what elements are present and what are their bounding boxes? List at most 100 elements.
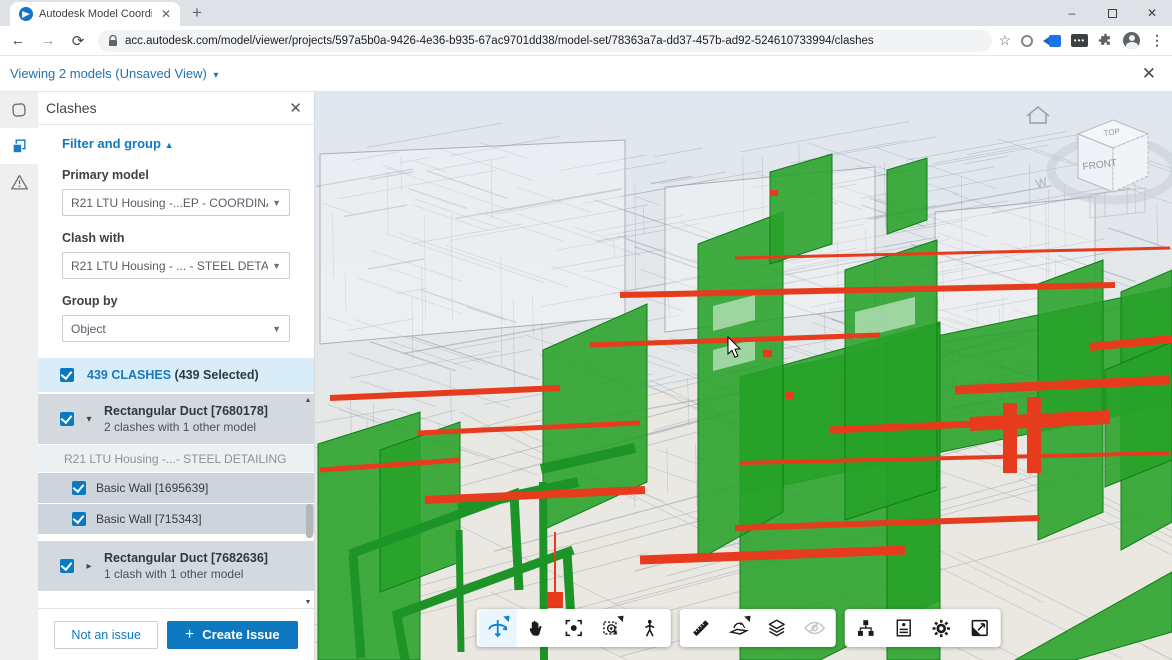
clash-group-row[interactable]: ▸ Rectangular Duct [7682636] 1 clash wit…: [38, 541, 314, 591]
not-an-issue-button[interactable]: Not an issue: [54, 621, 157, 649]
profile-avatar[interactable]: [1123, 32, 1140, 49]
forward-button[interactable]: →: [38, 32, 58, 49]
group-by-select[interactable]: Object ▼: [62, 315, 290, 342]
list-scrollbar[interactable]: ▲ ▼: [303, 396, 313, 608]
filter-and-group-toggle[interactable]: Filter and group ▲: [62, 136, 174, 151]
sidebar-item-clashes[interactable]: [0, 128, 38, 164]
create-issue-button[interactable]: + Create Issue: [167, 621, 298, 649]
clash-group-row[interactable]: ▾ Rectangular Duct [7680178] 2 clashes w…: [38, 394, 314, 444]
lock-icon: [108, 35, 118, 47]
url-text: acc.autodesk.com/model/viewer/projects/5…: [125, 35, 874, 47]
scroll-up-icon[interactable]: ▲: [305, 396, 312, 406]
pan-icon: [524, 617, 546, 639]
clash-child-row[interactable]: Basic Wall [715343]: [38, 504, 314, 534]
first-person-button[interactable]: [630, 609, 668, 647]
measure-button[interactable]: [681, 609, 719, 647]
chevron-down-icon: ▼: [272, 324, 281, 334]
child-checkbox[interactable]: [72, 512, 86, 526]
primary-model-select[interactable]: R21 LTU Housing -...EP - COORDINATION ▼: [62, 189, 290, 216]
model-viewport[interactable]: TOP FRONT W: [315, 92, 1172, 660]
clash-child-row[interactable]: Basic Wall [1695639]: [38, 473, 314, 503]
settings-button[interactable]: [922, 609, 960, 647]
section-button[interactable]: [719, 609, 757, 647]
window-minimize-button[interactable]: –: [1052, 0, 1092, 26]
new-tab-button[interactable]: +: [192, 3, 202, 26]
chevron-right-icon[interactable]: ▸: [82, 561, 96, 572]
clash-summary-row[interactable]: 439 CLASHES (439 Selected): [38, 358, 314, 392]
pan-button[interactable]: [516, 609, 554, 647]
group-title: Rectangular Duct [7682636]: [104, 551, 268, 565]
clashes-icon: [10, 137, 28, 155]
clash-count: 439 CLASHES: [87, 368, 171, 382]
sidebar-item-models[interactable]: [0, 92, 38, 128]
primary-model-value: R21 LTU Housing -...EP - COORDINATION: [71, 196, 268, 210]
sheet-icon: [10, 101, 28, 119]
browser-toolbar: ← → ⟳ acc.autodesk.com/model/viewer/proj…: [0, 26, 1172, 56]
tab-close-icon[interactable]: ✕: [158, 7, 174, 21]
analysis-tool-group: [679, 609, 835, 647]
reload-button[interactable]: ⟳: [68, 32, 88, 50]
fit-to-view-button[interactable]: [554, 609, 592, 647]
clash-with-label: Clash with: [62, 231, 290, 245]
puzzle-extensions-icon[interactable]: [1098, 33, 1113, 48]
first-person-icon: [639, 617, 659, 639]
address-bar[interactable]: acc.autodesk.com/model/viewer/projects/5…: [98, 30, 992, 52]
properties-button[interactable]: [884, 609, 922, 647]
group-by-value: Object: [71, 322, 268, 336]
levels-button[interactable]: [757, 609, 795, 647]
sidebar-item-issues[interactable]: [0, 164, 38, 200]
window-close-button[interactable]: ✕: [1132, 0, 1172, 26]
group-checkbox[interactable]: [60, 412, 74, 426]
create-issue-label: Create Issue: [202, 627, 279, 642]
child-label: Basic Wall [715343]: [96, 512, 202, 526]
group-title: Rectangular Duct [7680178]: [104, 404, 268, 418]
filter-and-group-label: Filter and group: [62, 136, 161, 151]
viewing-models-dropdown[interactable]: Viewing 2 models (Unsaved View) ▾: [10, 66, 218, 81]
clash-3d-scene: TOP FRONT W: [315, 92, 1172, 660]
properties-icon: [892, 617, 914, 639]
scrollbar-thumb[interactable]: [306, 504, 313, 538]
panel-title: Clashes: [46, 100, 97, 116]
group-model-header: R21 LTU Housing -...- STEEL DETAILING: [38, 445, 314, 472]
primary-model-label: Primary model: [62, 168, 290, 182]
clash-with-value: R21 LTU Housing - ... - STEEL DETAILING: [71, 259, 268, 273]
section-icon: [727, 617, 749, 639]
select-all-checkbox[interactable]: [60, 368, 74, 382]
tab-strip: Autodesk Model Coordination ✕ + – ✕: [0, 0, 1172, 26]
fullscreen-button[interactable]: [960, 609, 998, 647]
filter-section: Filter and group ▲ Primary model R21 LTU…: [38, 125, 314, 348]
group-subtitle: 1 clash with 1 other model: [104, 567, 268, 581]
gear-icon: [930, 617, 953, 640]
chevron-up-icon: ▲: [165, 140, 174, 150]
bookmark-star-icon[interactable]: ☆: [998, 32, 1011, 49]
clash-selected-count: (439 Selected): [175, 368, 259, 382]
browser-menu-icon[interactable]: ⋮: [1150, 32, 1164, 49]
group-by-label: Group by: [62, 294, 290, 308]
browser-tab[interactable]: Autodesk Model Coordination ✕: [10, 2, 180, 26]
chevron-down-icon[interactable]: ▾: [82, 414, 96, 425]
clash-with-select[interactable]: R21 LTU Housing - ... - STEEL DETAILING …: [62, 252, 290, 279]
clash-list: 439 CLASHES (439 Selected) ▾ Rectangular…: [38, 358, 314, 608]
navigation-tool-group: [476, 609, 670, 647]
plus-icon: +: [185, 626, 194, 644]
screen-recorder-extension-icon[interactable]: [1043, 35, 1061, 47]
window-maximize-button[interactable]: [1092, 0, 1132, 26]
group-checkbox[interactable]: [60, 559, 74, 573]
dots-extension-icon[interactable]: •••: [1071, 34, 1088, 47]
child-checkbox[interactable]: [72, 481, 86, 495]
fullscreen-icon: [968, 617, 990, 639]
zoom-window-icon: [600, 617, 622, 639]
model-browser-button[interactable]: [846, 609, 884, 647]
panel-close-button[interactable]: ✕: [289, 99, 302, 117]
ghost-objects-button[interactable]: [795, 609, 833, 647]
ghost-eye-icon: [802, 616, 826, 640]
extension-circle-icon[interactable]: [1021, 35, 1033, 47]
zoom-window-button[interactable]: [592, 609, 630, 647]
scroll-down-icon[interactable]: ▼: [305, 598, 312, 608]
chevron-down-icon: ▼: [272, 261, 281, 271]
orbit-button[interactable]: [478, 609, 516, 647]
viewer-close-button[interactable]: ✕: [1142, 64, 1156, 84]
chevron-down-icon: ▾: [213, 70, 218, 81]
back-button[interactable]: ←: [8, 32, 28, 49]
app-header: Viewing 2 models (Unsaved View) ▾ ✕: [0, 56, 1172, 92]
